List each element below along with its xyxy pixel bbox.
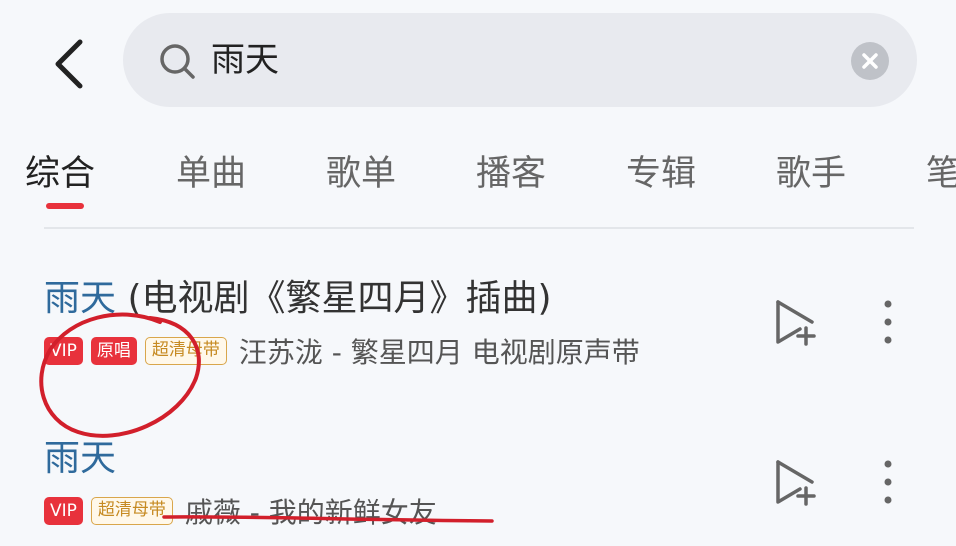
clear-search-button[interactable]	[851, 42, 889, 80]
tab-all[interactable]: 综合	[25, 148, 95, 200]
tab-notes[interactable]: 笔	[926, 148, 956, 200]
add-to-playlist-button[interactable]	[770, 296, 822, 348]
search-input[interactable]: 雨天	[211, 35, 279, 85]
search-icon	[160, 44, 195, 79]
active-tab-indicator	[46, 203, 84, 209]
more-options-button[interactable]	[872, 456, 904, 508]
song-row[interactable]: 雨天 (电视剧《繁星四月》插曲) VIP 原唱 超清母带 汪苏泷 - 繁星四月 …	[0, 274, 956, 384]
tab-albums[interactable]: 专辑	[626, 148, 696, 200]
song-title: 雨天 (电视剧《繁星四月》插曲)	[44, 274, 552, 324]
tab-songs[interactable]: 单曲	[176, 148, 246, 200]
search-bar[interactable]: 雨天	[123, 13, 917, 107]
more-vertical-icon	[884, 300, 892, 344]
vip-badge: VIP	[44, 337, 83, 365]
add-to-playlist-icon	[776, 460, 816, 506]
vip-badge: VIP	[44, 497, 83, 525]
hq-master-badge: 超清母带	[90, 497, 173, 525]
clear-icon	[862, 53, 878, 69]
song-title-main: 雨天	[44, 438, 117, 479]
song-row[interactable]: 雨天 VIP 超清母带 戚薇 - 我的新鲜女友	[0, 434, 956, 544]
song-meta: VIP 超清母带 戚薇 - 我的新鲜女友	[44, 494, 437, 529]
song-title-main: 雨天	[44, 278, 117, 319]
song-title-subtitle: (电视剧《繁星四月》插曲)	[116, 278, 552, 319]
more-vertical-icon	[884, 460, 892, 504]
back-arrow-icon	[55, 39, 83, 89]
tab-podcasts[interactable]: 播客	[476, 148, 546, 200]
back-button[interactable]	[48, 36, 92, 92]
tab-artists[interactable]: 歌手	[776, 148, 846, 200]
search-tabs: 综合 单曲 歌单 播客 专辑 歌手 笔	[0, 148, 956, 218]
divider	[44, 227, 914, 229]
add-to-playlist-icon	[776, 300, 816, 346]
add-to-playlist-button[interactable]	[770, 456, 822, 508]
artist-album: 戚薇 - 我的新鲜女友	[184, 496, 437, 529]
more-options-button[interactable]	[872, 296, 904, 348]
tab-playlists[interactable]: 歌单	[326, 148, 396, 200]
song-title: 雨天	[44, 434, 116, 484]
original-badge: 原唱	[90, 337, 137, 365]
hq-master-badge: 超清母带	[144, 337, 227, 365]
artist-album: 汪苏泷 - 繁星四月 电视剧原声带	[238, 336, 640, 369]
song-meta: VIP 原唱 超清母带 汪苏泷 - 繁星四月 电视剧原声带	[44, 334, 640, 369]
